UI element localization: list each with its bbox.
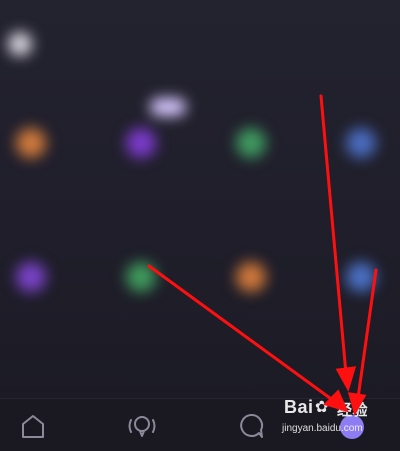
notification-badge (150, 98, 186, 116)
nav-home[interactable] (18, 411, 48, 441)
app-icon (346, 262, 376, 292)
app-screen (0, 0, 400, 398)
app-item[interactable] (96, 262, 186, 310)
home-icon (22, 415, 44, 438)
app-icon (236, 262, 266, 292)
nav-messages[interactable] (236, 411, 266, 441)
message-icon (240, 414, 264, 438)
app-item[interactable] (0, 128, 76, 176)
watermark-logo: Bai (284, 397, 314, 417)
discover-icon (128, 416, 156, 437)
app-icon (126, 262, 156, 292)
paw-icon: ✿ (315, 399, 329, 416)
app-item[interactable] (206, 262, 296, 310)
app-icon (126, 128, 156, 158)
blurred-content (0, 0, 400, 398)
app-item[interactable] (206, 128, 296, 176)
app-icon (236, 128, 266, 158)
app-icon (16, 262, 46, 292)
app-icon (16, 128, 46, 158)
nav-discover[interactable] (127, 411, 157, 441)
watermark-url: jingyan.baidu.com (282, 423, 363, 434)
app-item[interactable] (316, 262, 400, 310)
app-item[interactable] (316, 128, 400, 176)
app-item[interactable] (96, 128, 186, 176)
watermark-logo-suffix: 经验 (337, 402, 369, 419)
app-item[interactable] (0, 262, 76, 310)
app-icon (346, 128, 376, 158)
user-avatar[interactable] (8, 32, 32, 56)
